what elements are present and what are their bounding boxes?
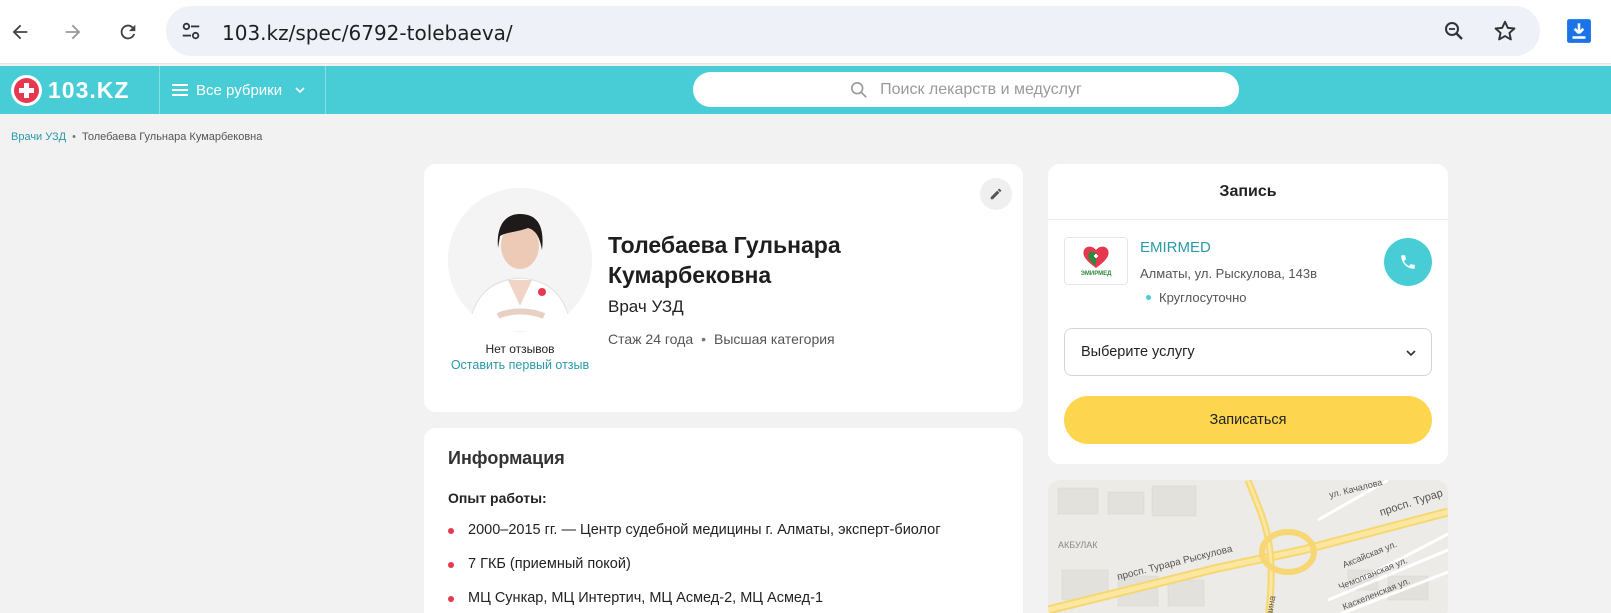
doctor-meta: Стаж 24 года • Высшая категория (608, 331, 835, 347)
clinic-name-link[interactable]: EMIRMED (1140, 239, 1211, 256)
booking-title: Запись (1048, 164, 1448, 220)
phone-icon (1401, 255, 1415, 269)
clinic-map[interactable]: ул. Качалова просп. Турар АКБУЛАК просп.… (1048, 480, 1448, 613)
forward-button[interactable] (53, 12, 93, 52)
site-logo[interactable]: 103.KZ (11, 74, 129, 106)
site-header: 103.KZ Все рубрики Поиск лекарств и меду… (0, 66, 1611, 114)
doctor-avatar (448, 188, 592, 332)
book-appointment-button[interactable]: Записаться (1064, 396, 1432, 444)
doctor-name: Толебаева Гульнара Кумарбековна (608, 232, 841, 288)
doctor-experience: Стаж 24 года (608, 331, 694, 347)
chevron-down-icon (1406, 350, 1416, 357)
breadcrumb-link-ultrasound-doctors[interactable]: Врачи УЗД (11, 131, 66, 143)
leave-review-link[interactable]: Оставить первый отзыв (448, 357, 592, 373)
arrow-right-icon (65, 24, 81, 40)
breadcrumb-separator: • (72, 131, 76, 143)
meta-separator: • (701, 331, 707, 347)
list-item: 7 ГКБ (приемный покой) (448, 556, 941, 590)
reload-button[interactable] (108, 12, 148, 52)
menu-icon (172, 84, 188, 96)
browser-toolbar: 103.kz/spec/6792-tolebaeva/ (0, 0, 1611, 64)
map-canvas: ул. Качалова просп. Турар АКБУЛАК просп.… (1048, 480, 1448, 613)
pencil-icon (990, 188, 1002, 200)
doctor-category: Высшая категория (714, 331, 835, 347)
map-label: АКБУЛАК (1058, 540, 1098, 550)
call-button[interactable] (1384, 238, 1432, 286)
header-divider (325, 66, 326, 114)
medical-cross-icon (11, 74, 42, 106)
experience-title: Опыт работы: (448, 490, 547, 506)
clinic-address: Алматы, ул. Рыскулова, 143в (1140, 266, 1318, 281)
search-icon (851, 81, 867, 98)
bookmark-star-icon[interactable] (1492, 18, 1518, 44)
reload-icon (120, 24, 136, 40)
arrow-left-icon (12, 24, 28, 40)
url-text: 103.kz/spec/6792-tolebaeva/ (222, 21, 513, 45)
address-bar[interactable]: 103.kz/spec/6792-tolebaeva/ (166, 6, 1540, 56)
edit-button[interactable] (980, 178, 1012, 210)
clinic-hours: Круглосуточно (1146, 290, 1247, 305)
heart-logo-icon (1083, 246, 1109, 268)
download-icon[interactable] (1566, 18, 1592, 44)
booking-card: Запись ЭМИРМЕД EMIRMED Алматы, ул. Рыску… (1048, 164, 1448, 464)
experience-list: 2000–2015 гг. — Центр судебной медицины … (448, 522, 941, 613)
reviews-count-text: Нет отзывов (485, 342, 555, 356)
all-categories-menu[interactable]: Все рубрики (172, 66, 306, 114)
search-placeholder: Поиск лекарств и медуслуг (880, 80, 1082, 98)
info-card: Информация Опыт работы: 2000–2015 гг. — … (424, 428, 1023, 613)
clinic-hours-text: Круглосуточно (1159, 290, 1247, 305)
doctor-profile-card: Нет отзывов Оставить первый отзыв Толеба… (424, 164, 1023, 412)
header-divider (159, 66, 160, 114)
back-button[interactable] (0, 12, 40, 52)
info-title: Информация (448, 448, 565, 468)
site-settings-icon[interactable] (180, 20, 202, 42)
service-select-value: Выберите услугу (1081, 344, 1195, 360)
breadcrumb: Врачи УЗД • Толебаева Гульнара Кумарбеко… (11, 131, 262, 143)
list-item: 2000–2015 гг. — Центр судебной медицины … (448, 522, 941, 556)
clinic-logo-text: ЭМИРМЕД (1080, 271, 1112, 277)
list-item: МЦ Сункар, МЦ Интертич, МЦ Асмед-2, МЦ А… (448, 590, 941, 613)
status-dot (1146, 295, 1151, 300)
zoom-icon[interactable] (1442, 19, 1466, 43)
chevron-down-icon (295, 87, 305, 94)
breadcrumb-current: Толебаева Гульнара Кумарбековна (81, 131, 263, 143)
service-select[interactable]: Выберите услугу (1064, 328, 1432, 376)
all-categories-label: Все рубрики (196, 81, 283, 99)
doctor-specialty: Врач УЗД (608, 297, 684, 316)
search-input[interactable]: Поиск лекарств и медуслуг (693, 72, 1239, 107)
clinic-logo[interactable]: ЭМИРМЕД (1064, 237, 1128, 285)
